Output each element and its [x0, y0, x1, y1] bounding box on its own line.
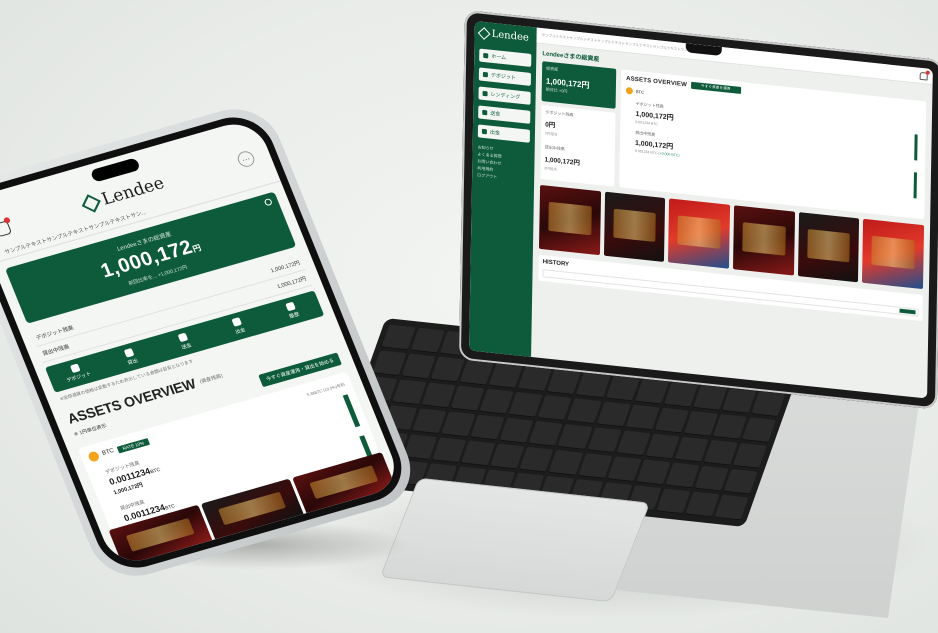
- laptop-screen: Lendee ホーム デポジット レンディング 送金 出金 お知らせ よくある質…: [469, 21, 933, 399]
- coin-symbol: BTC: [635, 88, 644, 95]
- bell-icon[interactable]: [919, 71, 928, 81]
- promo-banner[interactable]: [797, 212, 860, 283]
- action-lend[interactable]: 貸出: [101, 341, 161, 372]
- nav-label: レンディング: [490, 91, 521, 101]
- menu-glyph: ⋯: [240, 153, 252, 165]
- laptop-nav-withdraw[interactable]: 出金: [477, 124, 531, 143]
- btc-coin-icon: [87, 450, 101, 463]
- promo-banner[interactable]: [862, 218, 925, 290]
- progress-bar: [914, 134, 918, 161]
- total-unit: 円: [191, 243, 203, 254]
- action-history[interactable]: 履歴: [262, 295, 322, 326]
- scene: Lendee ホーム デポジット レンディング 送金 出金 お知らせ よくある質…: [0, 0, 938, 633]
- notification-icon[interactable]: [0, 220, 13, 238]
- row-label: 貸出中残高: [41, 344, 71, 358]
- lend-icon: [123, 347, 135, 358]
- progress-bar: [913, 172, 917, 199]
- deposit-icon: [482, 71, 488, 78]
- laptop-nav-deposit[interactable]: デポジット: [478, 67, 532, 86]
- deposit-icon: [69, 363, 81, 374]
- laptop-nav-send[interactable]: 送金: [478, 105, 531, 124]
- phone: Lendee ⋯ サンプルテキストサンプルテキストサンプルテキストサン... L…: [0, 98, 424, 587]
- laptop-side-links: お知らせ よくある質問 お問い合わせ 利用規約 ログアウト: [477, 143, 530, 183]
- laptop-lid: Lendee ホーム デポジット レンディング 送金 出金 お知らせ よくある質…: [458, 10, 938, 410]
- start-investing-button[interactable]: 今すぐ資産を運用: [690, 81, 741, 94]
- send-icon: [177, 332, 189, 343]
- promo-banner[interactable]: [538, 184, 601, 256]
- stat-extra: (+0.000 BTC): [658, 151, 680, 158]
- rate-tag: RATE 10%: [116, 437, 150, 453]
- action-label: デポジット: [65, 371, 93, 384]
- home-icon: [483, 52, 489, 59]
- laptop-nav-home[interactable]: ホーム: [479, 48, 532, 67]
- action-withdraw[interactable]: 出金: [208, 310, 268, 341]
- action-label: 貸出: [126, 357, 139, 367]
- laptop-main: Lendeeさまの総資産 総資産 1,000,172円 前日比 +0円 デポジッ…: [537, 48, 927, 392]
- laptop-logo[interactable]: Lendee: [477, 27, 532, 44]
- withdraw-icon: [231, 317, 243, 327]
- lending-icon: [482, 90, 488, 97]
- nav-label: 送金: [490, 110, 501, 118]
- phone-screen: Lendee ⋯ サンプルテキストサンプルテキストサンプルテキストサン... L…: [0, 117, 404, 568]
- nav-label: 出金: [489, 129, 500, 137]
- row-value: 1,000,172円: [276, 276, 308, 291]
- action-deposit[interactable]: デポジット: [47, 357, 107, 388]
- laptop-deposit-card: デポジット残高 0円 0円相当 貸出中残高 1,000,172円 0円相当: [540, 105, 616, 187]
- withdraw-icon: [481, 128, 487, 135]
- nav-label: デポジット: [490, 72, 516, 82]
- promo-banner[interactable]: [668, 198, 731, 269]
- action-label: 送金: [180, 342, 193, 351]
- coin-symbol: BTC: [101, 447, 116, 457]
- btc-coin-icon: [625, 86, 633, 95]
- phone-bezel: Lendee ⋯ サンプルテキストサンプルテキストサンプルテキストサン... L…: [0, 108, 413, 577]
- action-label: 出金: [234, 327, 247, 336]
- nav-label: ホーム: [491, 53, 507, 62]
- overview-sub: (資産残高): [198, 372, 224, 385]
- assets-title: ASSETS OVERVIEW: [626, 75, 688, 88]
- promo-banner[interactable]: [603, 191, 666, 262]
- menu-icon[interactable]: ⋯: [235, 149, 257, 169]
- laptop-nav-lending[interactable]: レンディング: [478, 86, 531, 105]
- action-label: 履歴: [288, 311, 301, 321]
- laptop-total-card: 総資産 1,000,172円 前日比 +0円: [541, 61, 617, 109]
- laptop-sidebar: Lendee ホーム デポジット レンディング 送金 出金 お知らせ よくある質…: [469, 21, 537, 357]
- send-icon: [482, 109, 488, 116]
- history-icon: [285, 301, 296, 312]
- laptop-nav: ホーム デポジット レンディング 送金 出金: [477, 48, 532, 143]
- laptop-brand: Lendee: [491, 28, 529, 44]
- lendee-logo-icon: [81, 194, 101, 213]
- promo-banner[interactable]: [732, 205, 795, 276]
- coin-note: 5.38BTC (10.0%)年利: [306, 381, 346, 398]
- lendee-logo-icon: [477, 27, 491, 40]
- laptop-left-cards: 総資産 1,000,172円 前日比 +0円 デポジット残高 0円 0円相当 貸…: [540, 61, 617, 187]
- action-send[interactable]: 送金: [155, 326, 215, 357]
